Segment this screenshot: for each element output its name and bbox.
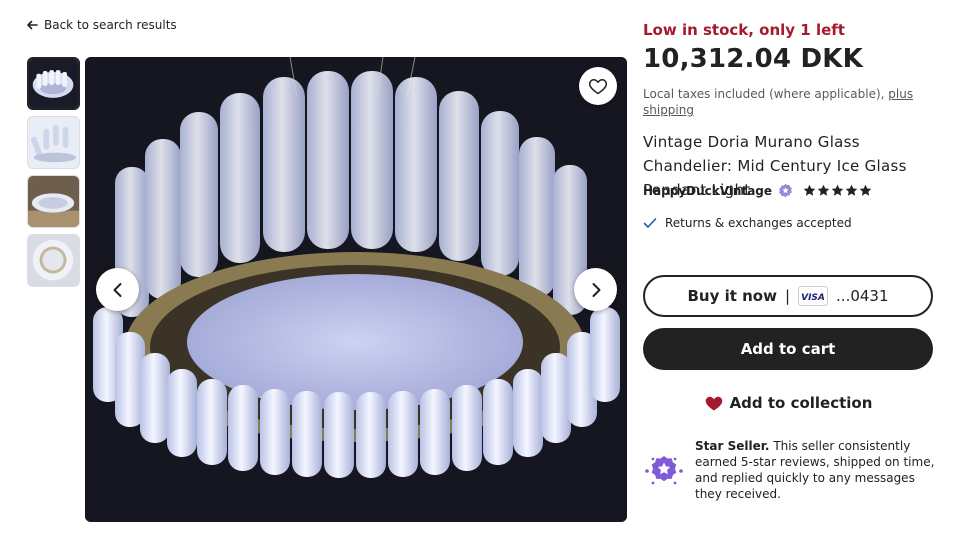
star-icon <box>817 184 830 196</box>
star-seller-info: Star Seller. This seller consistently ea… <box>643 438 935 502</box>
price: 10,312.04 DKK <box>643 44 863 74</box>
back-to-search-link[interactable]: Back to search results <box>26 18 177 32</box>
card-number: ...0431 <box>836 287 889 305</box>
star-seller-badge-icon <box>645 456 683 485</box>
returns-policy: Returns & exchanges accepted <box>643 216 852 230</box>
back-link-label: Back to search results <box>44 18 177 32</box>
star-seller-text: Star Seller. This seller consistently ea… <box>695 438 935 502</box>
buy-now-separator: | <box>784 287 791 305</box>
thumbnail-list <box>27 57 80 287</box>
returns-text: Returns & exchanges accepted <box>665 216 852 230</box>
thumbnail-2[interactable] <box>27 116 80 169</box>
chevron-left-icon <box>113 282 121 297</box>
star-seller-badge-icon <box>779 183 792 198</box>
tax-note: Local taxes included (where applicable),… <box>643 86 933 118</box>
main-product-image[interactable] <box>85 57 627 522</box>
star-seller-label: Star Seller. <box>695 439 770 453</box>
seller-name-link[interactable]: HappyDuckVintage <box>643 184 772 198</box>
next-image-button[interactable] <box>574 268 617 311</box>
heart-outline-icon <box>588 79 608 95</box>
thumbnail-3[interactable] <box>27 175 80 228</box>
previous-image-button[interactable] <box>96 268 139 311</box>
star-icon <box>831 184 844 196</box>
favorite-button[interactable] <box>579 67 617 105</box>
back-arrow-icon <box>27 20 38 30</box>
tax-text: Local taxes included (where applicable), <box>643 87 885 101</box>
rating-stars <box>803 184 872 197</box>
visa-icon: VISA <box>798 286 829 306</box>
heart-filled-icon <box>705 396 722 411</box>
add-to-cart-button[interactable]: Add to cart <box>643 328 933 370</box>
seller-row: HappyDuckVintage <box>643 183 872 198</box>
add-to-collection-label: Add to collection <box>729 394 873 412</box>
star-icon <box>859 184 872 196</box>
buy-it-now-button[interactable]: Buy it now | VISA ...0431 <box>643 275 933 317</box>
check-icon <box>643 218 657 228</box>
thumbnail-4[interactable] <box>27 234 80 287</box>
buy-now-label: Buy it now <box>687 287 777 305</box>
thumbnail-1[interactable] <box>27 57 80 110</box>
stock-notice: Low in stock, only 1 left <box>643 21 845 39</box>
star-icon <box>803 184 816 196</box>
visa-brand-text: VISA <box>801 293 825 303</box>
chevron-right-icon <box>592 282 600 297</box>
add-to-collection-button[interactable]: Add to collection <box>643 385 933 421</box>
star-icon <box>845 184 858 196</box>
